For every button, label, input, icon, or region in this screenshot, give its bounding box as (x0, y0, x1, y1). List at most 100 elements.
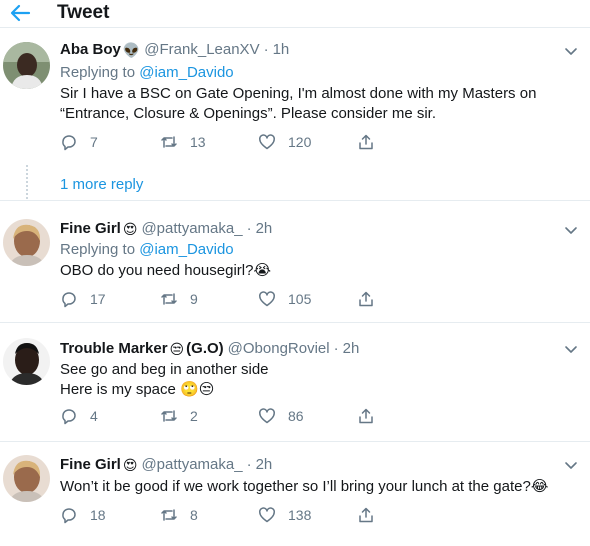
name-emoji: 😍 (122, 220, 138, 237)
reply-tweet[interactable]: Trouble Marker 😒 (G.O) @ObongRoviel · 2h… (0, 324, 590, 442)
retweet-button[interactable]: 13 (160, 131, 206, 153)
name-emoji: 😍 (122, 456, 138, 473)
more-options-button[interactable] (563, 222, 579, 238)
chevron-down-icon (565, 462, 577, 469)
separator-dot: · (263, 41, 269, 58)
like-count: 120 (288, 134, 312, 150)
reply-count: 4 (90, 408, 98, 424)
more-options-button[interactable] (563, 341, 579, 357)
reply-count: 17 (90, 291, 106, 307)
reply-button[interactable]: 17 (60, 288, 106, 310)
tweet-actions: 7 13 120 (60, 131, 390, 153)
retweet-count: 8 (190, 507, 198, 523)
retweet-button[interactable]: 8 (160, 504, 198, 526)
user-handle[interactable]: @pattyamaka_ (141, 220, 242, 237)
share-button[interactable] (357, 504, 375, 526)
user-handle[interactable]: @pattyamaka_ (141, 456, 242, 473)
reply-count: 18 (90, 507, 106, 523)
chevron-down-icon (565, 346, 577, 353)
share-button[interactable] (357, 131, 375, 153)
thread-connector (26, 165, 28, 199)
more-options-button[interactable] (563, 457, 579, 473)
back-button[interactable] (8, 2, 32, 24)
author-line: Aba Boy 👽 @Frank_LeanXV · 1h (60, 41, 289, 58)
reply-button[interactable]: 18 (60, 504, 106, 526)
share-button[interactable] (357, 288, 375, 310)
retweet-button[interactable]: 9 (160, 288, 198, 310)
like-button[interactable]: 105 (258, 288, 311, 310)
tweet-text: See go and beg in another side Here is m… (60, 360, 580, 399)
timestamp[interactable]: 1h (273, 41, 290, 58)
tweet-text-line: See go and beg in another side (60, 361, 269, 378)
display-name[interactable]: Fine Girl (60, 220, 121, 237)
reply-icon (62, 292, 76, 308)
reply-button[interactable]: 4 (60, 405, 98, 427)
tweet-text: OBO do you need housegirl?😭 (60, 261, 580, 281)
avatar[interactable] (3, 42, 50, 89)
author-line: Trouble Marker 😒 (G.O) @ObongRoviel · 2h (60, 340, 359, 357)
like-button[interactable]: 86 (258, 405, 304, 427)
tweet-text: Sir I have a BSC on Gate Opening, I'm al… (60, 84, 580, 123)
reply-tweet[interactable]: Aba Boy 👽 @Frank_LeanXV · 1h Replying to… (0, 29, 590, 201)
reply-tweet[interactable]: Fine Girl 😍 @pattyamaka_ · 2h Replying t… (0, 202, 590, 323)
tweet-text-line: OBO do you need housegirl?😭 (60, 262, 271, 279)
retweet-button[interactable]: 2 (160, 405, 198, 427)
share-icon (359, 507, 373, 523)
retweet-icon (161, 293, 177, 305)
retweet-count: 2 (190, 408, 198, 424)
user-handle[interactable]: @Frank_LeanXV (144, 41, 259, 58)
like-count: 105 (288, 291, 312, 307)
avatar[interactable] (3, 455, 50, 502)
name-emoji: 😒 (169, 340, 185, 357)
reply-icon (62, 135, 76, 151)
timestamp[interactable]: 2h (343, 340, 360, 357)
reply-icon (62, 409, 76, 425)
replying-to: Replying to @iam_Davido (60, 64, 234, 81)
display-name[interactable]: Fine Girl (60, 456, 121, 473)
reply-button[interactable]: 7 (60, 131, 98, 153)
tweet-text-line: Here is my space 🙄😒 (60, 380, 215, 398)
chevron-down-icon (565, 227, 577, 234)
tweet-actions: 18 8 138 (60, 504, 390, 526)
chevron-down-icon (565, 48, 577, 55)
display-name[interactable]: Aba Boy (60, 41, 121, 58)
replying-to: Replying to @iam_Davido (60, 241, 234, 258)
timestamp[interactable]: 2h (256, 456, 273, 473)
tweet-text-line: Won’t it be good if we work together so … (60, 478, 549, 495)
display-name[interactable]: Trouble Marker (60, 340, 168, 357)
heart-icon (259, 408, 275, 424)
avatar[interactable] (3, 219, 50, 266)
show-more-replies-link[interactable]: 1 more reply (60, 176, 143, 193)
name-emoji: 👽 (122, 41, 141, 58)
share-button[interactable] (357, 405, 375, 427)
reply-icon (62, 508, 76, 524)
retweet-icon (161, 410, 177, 422)
like-button[interactable]: 120 (258, 131, 311, 153)
replying-to-label: Replying to (60, 241, 140, 258)
separator-dot: · (246, 220, 252, 237)
like-button[interactable]: 138 (258, 504, 311, 526)
reply-tweet[interactable]: Fine Girl 😍 @pattyamaka_ · 2h Won’t it b… (0, 443, 590, 546)
page-header: Tweet (0, 0, 590, 28)
author-line: Fine Girl 😍 @pattyamaka_ · 2h (60, 456, 272, 473)
more-options-button[interactable] (563, 43, 579, 59)
share-icon (359, 291, 373, 307)
like-count: 138 (288, 507, 312, 523)
replying-to-label: Replying to (60, 64, 140, 81)
timestamp[interactable]: 2h (256, 220, 273, 237)
reply-count: 7 (90, 134, 98, 150)
avatar[interactable] (3, 338, 50, 385)
tweet-actions: 17 9 105 (60, 288, 390, 310)
page-title: Tweet (57, 2, 110, 23)
mention-link[interactable]: @iam_Davido (139, 64, 233, 81)
heart-icon (259, 291, 275, 307)
user-handle[interactable]: @ObongRoviel (228, 340, 330, 357)
retweet-count: 9 (190, 291, 198, 307)
tweet-text-line: “Entrance, Closure & Openings”. Please c… (60, 104, 437, 122)
tweet-text-line: Sir I have a BSC on Gate Opening, I'm al… (60, 85, 537, 102)
retweet-count: 13 (190, 134, 206, 150)
share-icon (359, 408, 373, 424)
retweet-icon (161, 509, 177, 521)
retweet-icon (161, 136, 177, 148)
mention-link[interactable]: @iam_Davido (139, 241, 233, 258)
